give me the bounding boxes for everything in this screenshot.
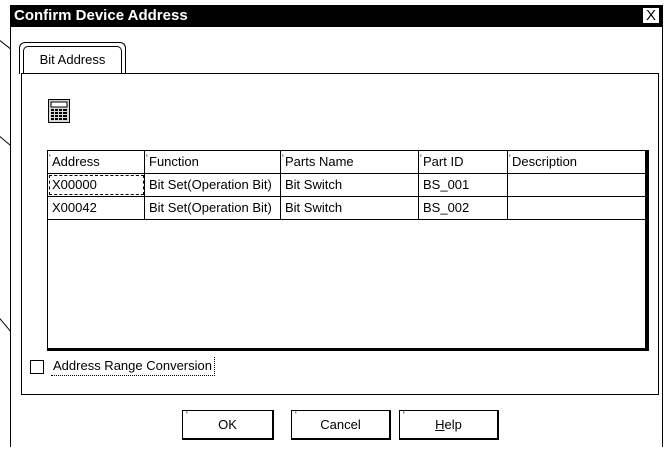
calculator-icon-graphic <box>50 101 68 120</box>
help-button-label: Help <box>435 417 462 432</box>
cell-part-id[interactable]: BS_001 <box>419 174 508 196</box>
help-button[interactable]: ' Help <box>399 410 499 440</box>
column-header-parts-name[interactable]: Parts Name <box>281 151 419 173</box>
column-header-address[interactable]: Address <box>48 151 145 173</box>
cell-description[interactable] <box>508 197 647 219</box>
column-header-function[interactable]: Function <box>145 151 281 173</box>
column-header-description[interactable]: Description <box>508 151 647 173</box>
address-range-conversion-checkbox[interactable] <box>30 360 44 374</box>
cell-address[interactable]: X00042 <box>48 197 145 219</box>
device-address-table[interactable]: Address Function Parts Name Part ID Desc… <box>47 150 649 351</box>
table-bottom-border <box>48 348 648 350</box>
cell-function[interactable]: Bit Set(Operation Bit) <box>145 174 281 196</box>
tab-label: Bit Address <box>39 52 106 67</box>
cell-address[interactable]: X00000 <box>48 174 145 196</box>
ok-button-label: OK <box>218 417 237 432</box>
tab-bit-address[interactable]: Bit Address <box>19 42 126 74</box>
close-icon: X <box>645 7 656 24</box>
column-header-part-id[interactable]: Part ID <box>419 151 508 173</box>
table-row[interactable]: X00042 Bit Set(Operation Bit) Bit Switch… <box>48 197 647 219</box>
cell-parts-name[interactable]: Bit Switch <box>281 174 419 196</box>
table-right-border <box>645 151 648 350</box>
calculator-icon[interactable] <box>48 99 70 123</box>
row-divider <box>48 219 647 220</box>
ok-button[interactable]: ' OK <box>182 410 274 440</box>
tab-panel: Address Function Parts Name Part ID Desc… <box>21 73 659 395</box>
close-button[interactable]: X <box>642 7 660 24</box>
table-header-row: Address Function Parts Name Part ID Desc… <box>48 151 647 173</box>
cell-function[interactable]: Bit Set(Operation Bit) <box>145 197 281 219</box>
screen: Confirm Device Address X Bit Address ' A… <box>0 0 665 450</box>
cell-part-id[interactable]: BS_002 <box>419 197 508 219</box>
cell-parts-name[interactable]: Bit Switch <box>281 197 419 219</box>
cancel-button[interactable]: ' Cancel <box>291 410 391 440</box>
table-row[interactable]: X00000 Bit Set(Operation Bit) Bit Switch… <box>48 174 647 196</box>
title-bar: Confirm Device Address X <box>11 5 662 27</box>
dialog-title: Confirm Device Address <box>14 7 188 24</box>
address-range-conversion-label[interactable]: Address Range Conversion <box>51 357 215 376</box>
confirm-device-address-dialog: Confirm Device Address X Bit Address ' A… <box>10 5 663 447</box>
cell-description[interactable] <box>508 174 647 196</box>
cancel-button-label: Cancel <box>320 417 361 432</box>
